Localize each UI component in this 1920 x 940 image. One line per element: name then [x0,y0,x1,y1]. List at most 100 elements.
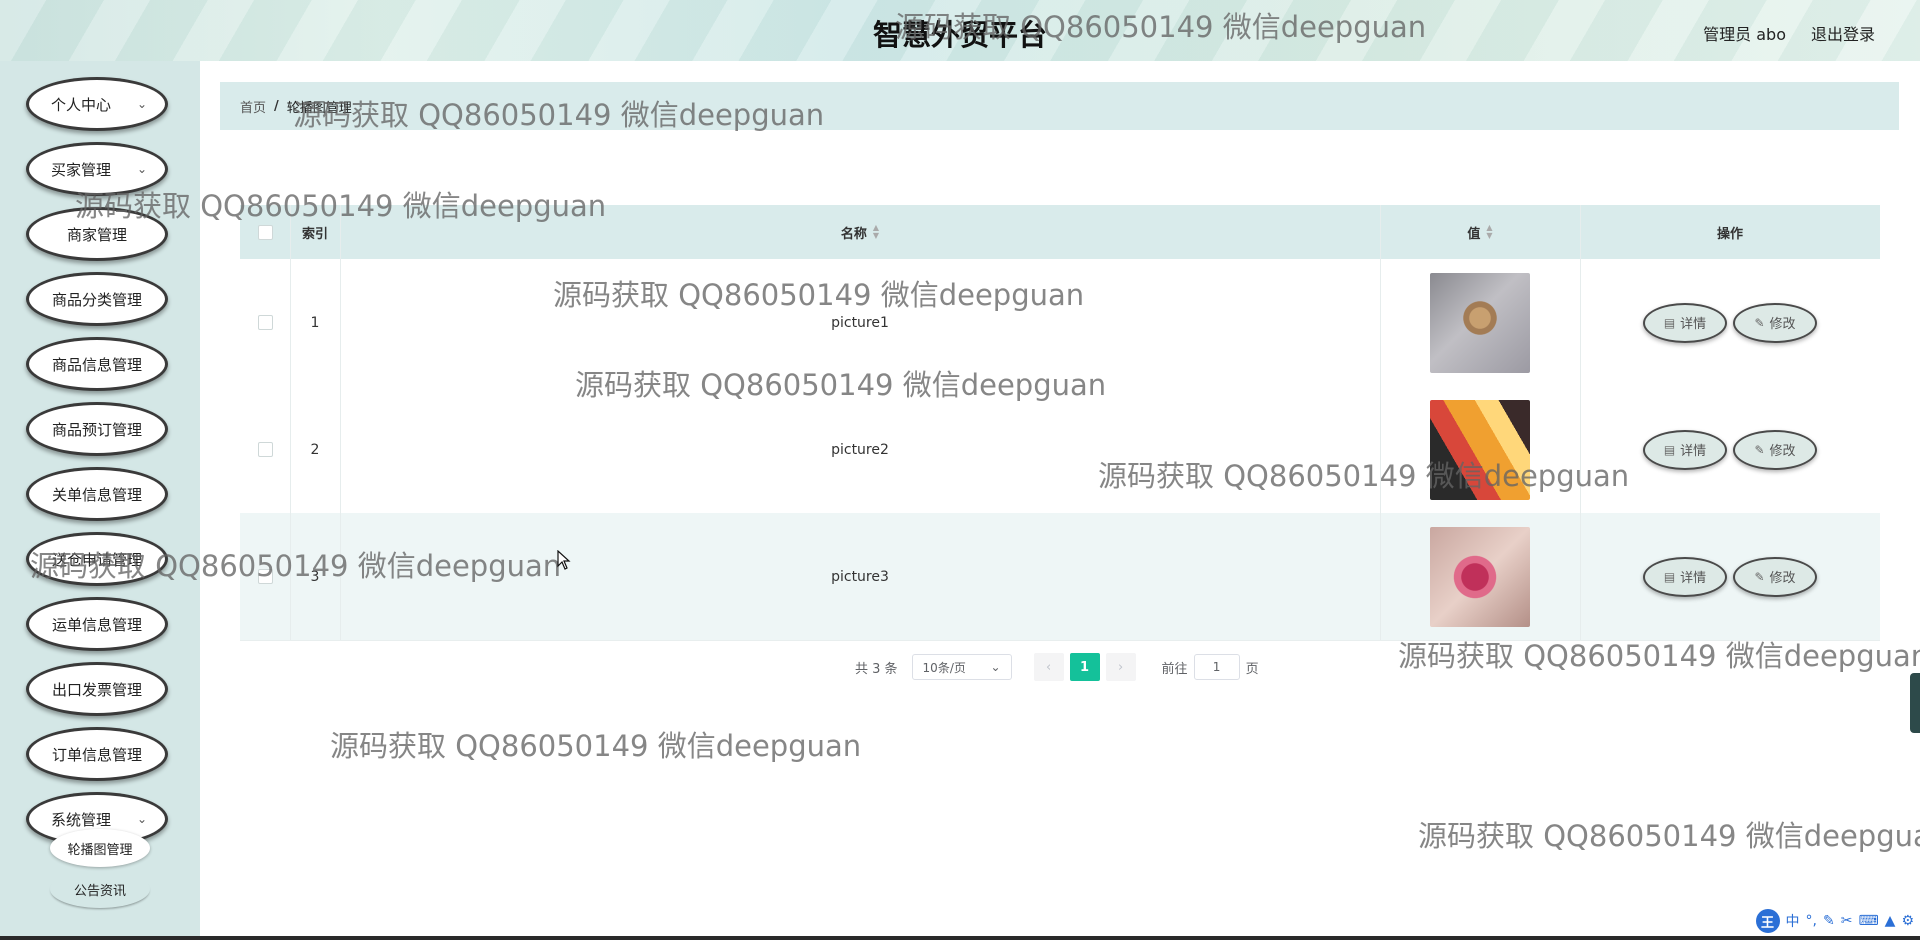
edit-button[interactable]: ✎ 修改 [1735,304,1815,341]
ime-logo-icon[interactable]: 王 [1755,909,1780,933]
chevron-right-icon: › [1117,659,1124,675]
mouse-cursor-icon [557,550,571,570]
sidebar-subitem-announcements[interactable]: 公告资讯 [50,870,150,908]
ime-mode[interactable]: 中 [1786,911,1800,931]
detail-button[interactable]: ▤ 详情 [1645,304,1725,341]
logout-link[interactable]: 退出登录 [1811,21,1875,45]
sidebar-item-label: 买家管理 [50,160,111,179]
chevron-down-icon: ⌄ [990,660,1001,674]
row-name: picture2 [831,441,889,458]
punctuation-icon[interactable]: °, [1806,913,1817,929]
sidebar-item-label: 出口发票管理 [51,680,142,699]
select-all-checkbox[interactable] [257,224,273,240]
prev-page-button[interactable]: ‹ [1033,653,1064,681]
scissors-icon[interactable]: ✂ [1841,913,1853,929]
document-icon: ▤ [1663,569,1676,584]
row-checkbox[interactable] [257,442,273,457]
goto-page-input[interactable] [1193,654,1240,680]
breadcrumb-home[interactable]: 首页 [240,97,266,116]
table-row: 1 picture1 ▤ 详情 ✎ 修改 [240,259,1880,387]
sidebar-item-buyers[interactable]: 买家管理 ⌄ [29,145,165,193]
side-panel-tab[interactable] [1910,673,1920,733]
sort-icon[interactable]: ▲ ▼ [873,224,879,240]
edit-button[interactable]: ✎ 修改 [1735,558,1815,595]
header-actions: 操作 [1716,226,1743,242]
header-name[interactable]: 名称 ▲ ▼ [340,205,1380,259]
row-image[interactable] [1430,272,1530,373]
row-index: 2 [310,441,320,458]
edit-button[interactable]: ✎ 修改 [1735,431,1815,468]
pagination-total: 共 3 条 [855,661,898,677]
header-index: 索引 [301,226,328,242]
keyboard-icon[interactable]: ⌨ [1858,913,1878,929]
sidebar-item-waybills[interactable]: 运单信息管理 [29,600,165,648]
sidebar-item-product-info[interactable]: 商品信息管理 [29,340,165,388]
row-name: picture1 [831,314,889,331]
row-checkbox[interactable] [257,315,273,330]
page-number-button[interactable]: 1 [1069,653,1100,681]
row-image[interactable] [1430,399,1530,500]
detail-button[interactable]: ▤ 详情 [1645,558,1725,595]
chevron-down-icon: ⌄ [136,97,147,111]
breadcrumb: 首页 / 轮播图管理 [220,82,1899,130]
select-all-cell [240,205,290,259]
sidebar-subitem-carousel[interactable]: 轮播图管理 [50,829,150,867]
sidebar-item-label: 商品预订管理 [51,420,142,439]
sidebar-item-product-categories[interactable]: 商品分类管理 [29,275,165,323]
goto-suffix: 页 [1245,661,1259,677]
bottom-bar [0,936,1920,940]
sidebar-item-merchants[interactable]: 商家管理 [29,210,165,258]
sidebar-item-label: 商品分类管理 [51,290,142,309]
app-title: 智慧外贸平台 [872,18,1047,52]
breadcrumb-current: 轮播图管理 [286,100,352,116]
chevron-down-icon: ⌄ [136,812,147,826]
pen-icon[interactable]: ✎ [1823,913,1835,929]
sidebar: 个人中心 ⌄ 买家管理 ⌄ 商家管理 商品分类管理 商品信息管理 商品预订管理 … [0,61,200,940]
gear-icon[interactable]: ⚙ [1901,913,1914,929]
ime-toolbar: 王 中 °, ✎ ✂ ⌨ ▲ ⚙ [1714,906,1920,936]
sidebar-item-label: 送仓申请管理 [51,550,142,569]
table-row: 3 picture3 ▤ 详情 ✎ 修改 [240,513,1880,641]
sidebar-item-personal-center[interactable]: 个人中心 ⌄ [29,80,165,128]
header-value[interactable]: 值 ▲ ▼ [1380,205,1580,259]
pagination: 共 3 条 10条/页 ⌄ ‹ 1 › 前往 页 [855,652,1259,682]
sidebar-item-product-reservations[interactable]: 商品预订管理 [29,405,165,453]
sidebar-item-warehouse-requests[interactable]: 送仓申请管理 [29,535,165,583]
goto-prefix: 前往 [1161,661,1188,677]
row-checkbox[interactable] [257,569,273,584]
edit-icon: ✎ [1754,315,1765,330]
admin-name: 管理员 abo [1703,25,1786,44]
table-row: 2 picture2 ▤ 详情 ✎ 修改 [240,386,1880,514]
sidebar-subitem-label: 轮播图管理 [67,842,133,858]
chevron-left-icon: ‹ [1045,659,1052,675]
sidebar-item-label: 关单信息管理 [51,485,142,504]
document-icon: ▤ [1663,442,1676,457]
breadcrumb-separator: / [274,98,279,114]
sidebar-item-label: 个人中心 [50,95,111,114]
sidebar-item-label: 订单信息管理 [51,745,142,764]
shirt-icon[interactable]: ▲ [1885,913,1896,929]
sidebar-item-orders[interactable]: 订单信息管理 [29,730,165,778]
detail-button[interactable]: ▤ 详情 [1645,431,1725,468]
edit-icon: ✎ [1754,442,1765,457]
sidebar-subitem-label: 公告资讯 [73,883,126,899]
sidebar-item-label: 系统管理 [50,810,111,829]
page-size-select[interactable]: 10条/页 ⌄ [911,654,1012,680]
row-name: picture3 [831,568,889,585]
sidebar-item-customs-info[interactable]: 关单信息管理 [29,470,165,518]
sidebar-item-export-invoices[interactable]: 出口发票管理 [29,665,165,713]
row-index: 3 [310,568,320,585]
chevron-down-icon: ⌄ [136,162,147,176]
next-page-button[interactable]: › [1105,653,1136,681]
row-image[interactable] [1430,526,1530,627]
watermark: 源码获取 QQ86050149 微信deepguan [330,729,862,763]
row-index: 1 [310,314,320,331]
table-header: 索引 名称 ▲ ▼ 值 ▲ ▼ 操作 [240,205,1880,259]
document-icon: ▤ [1663,315,1676,330]
sidebar-item-label: 商品信息管理 [51,355,142,374]
sidebar-item-label: 运单信息管理 [51,615,142,634]
sort-icon[interactable]: ▲ ▼ [1486,224,1492,240]
sidebar-item-label: 商家管理 [66,225,127,244]
watermark: 源码获取 QQ86050149 微信deepguan [1418,819,1920,853]
edit-icon: ✎ [1754,569,1765,584]
